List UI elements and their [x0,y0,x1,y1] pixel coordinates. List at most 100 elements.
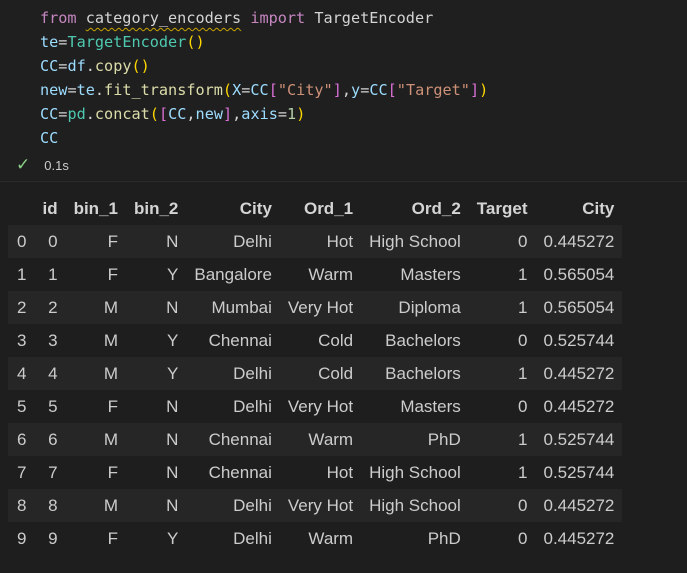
table-cell: F [107,264,118,284]
code-line-2[interactable]: te=TargetEncoder() [40,30,205,54]
dot: . [85,105,95,123]
table-cell: Warm [308,264,354,284]
table-row: 5 5 F N Delhi Very Hot Masters 0 0.445272 [8,390,623,423]
paren: ( [149,105,159,123]
table-cell: 0.525744 [543,429,615,449]
table-cell: F [107,528,118,548]
paren: ( [222,81,233,99]
table-cell: 2 [48,297,58,317]
table-cell: 4 [48,363,58,383]
table-cell: Y [167,264,179,284]
table-row: 3 3 M Y Chennai Cold Bachelors 0 0.525744 [8,324,623,357]
table-cell: Masters [400,264,461,284]
code-line-5[interactable]: CC=pd.concat([CC,new],axis=1) [40,102,305,126]
table-cell: 9 [48,528,58,548]
comma: , [341,81,352,99]
index-header [8,192,34,225]
table-cell: F [107,231,118,251]
comma: , [232,105,242,123]
table-cell: 1 [48,264,58,284]
paren: ( [131,57,141,75]
code-line-6[interactable]: CC [40,126,58,150]
var-cc: CC [40,129,59,147]
var-cc: CC [40,57,59,75]
table-cell: N [166,231,179,251]
row-index: 2 [17,297,27,317]
table-cell: Warm [308,429,354,449]
row-index: 1 [17,264,27,284]
table-cell: 1 [518,264,528,284]
string-city: "City" [277,81,333,99]
table-cell: Hot [326,231,354,251]
table-cell: 0 [518,528,528,548]
column-header: City [239,198,272,218]
var-df: df [67,57,86,75]
table-cell: 1 [518,462,528,482]
table-cell: 0 [48,231,58,251]
var-new: new [40,81,68,99]
table-cell: High School [369,231,461,251]
row-index: 7 [17,462,27,482]
table-cell: M [103,495,118,515]
table-cell: N [166,396,179,416]
table-cell: M [103,330,118,350]
table-row: 7 7 F N Chennai Hot High School 1 0.525744 [8,456,623,489]
bracket: [ [158,105,169,123]
function-concat: concat [94,105,150,123]
table-cell: Mumbai [211,297,272,317]
table-cell: Bangalore [194,264,272,284]
class-name: TargetEncoder [67,33,187,51]
table-row: 8 8 M N Delhi Very Hot High School 0 0.445272 [8,489,623,522]
table-cell: 0.445272 [543,528,615,548]
table-header-row: id bin_1 bin_2 City Ord_1 Ord_2 Target City [8,192,623,225]
execution-status: ✓ 0.1s [16,154,69,176]
function-fit-transform: fit_transform [104,81,223,99]
dot: . [94,81,105,99]
code-cell[interactable]: from category_encoders import TargetEnco… [0,0,687,180]
table-cell: 0.565054 [543,264,615,284]
kwarg-y: y [351,81,361,99]
bracket: ] [222,105,233,123]
row-index: 3 [17,330,27,350]
table-cell: M [103,363,118,383]
row-index: 0 [17,231,27,251]
table-cell: Bachelors [385,363,461,383]
table-cell: 0 [518,330,528,350]
table-cell: 3 [48,330,58,350]
table-cell: 5 [48,396,58,416]
table-row: 2 2 M N Mumbai Very Hot Diploma 1 0.565054 [8,291,623,324]
table-cell: 0.445272 [543,231,615,251]
table-cell: 0.525744 [543,330,615,350]
table-cell: Y [167,528,179,548]
table-cell: High School [369,495,461,515]
table-cell: 7 [48,462,58,482]
row-index: 5 [17,396,27,416]
code-line-3[interactable]: CC=df.copy() [40,54,150,78]
check-icon: ✓ [16,155,31,175]
bracket: ] [332,81,342,99]
output-divider [0,181,687,182]
table-row: 9 9 F Y Delhi Warm PhD 0 0.445272 [8,522,623,555]
column-header: Target [476,198,528,218]
table-cell: Delhi [233,528,272,548]
var-cc: CC [168,105,187,123]
table-cell: N [166,462,179,482]
table-cell: M [103,297,118,317]
code-line-1[interactable]: from category_encoders import TargetEnco… [40,6,433,30]
table-cell: 0.445272 [543,495,615,515]
kwarg-axis: axis [241,105,278,123]
table-row: 6 6 M N Chennai Warm PhD 1 0.525744 [8,423,623,456]
row-index: 6 [17,429,27,449]
table-row: 4 4 M Y Delhi Cold Bachelors 1 0.445272 [8,357,623,390]
keyword-import: import [250,9,306,27]
row-index: 9 [17,528,27,548]
keyword-from: from [40,9,77,27]
table-cell: 0.445272 [543,363,615,383]
kwarg-x: X [232,81,242,99]
imported-class: TargetEncoder [314,9,434,27]
column-header: bin_2 [133,198,179,218]
column-header: Ord_1 [303,198,354,218]
table-cell: Masters [400,396,461,416]
table-cell: N [166,429,179,449]
code-line-4[interactable]: new=te.fit_transform(X=CC["City"],y=CC["… [40,78,488,102]
